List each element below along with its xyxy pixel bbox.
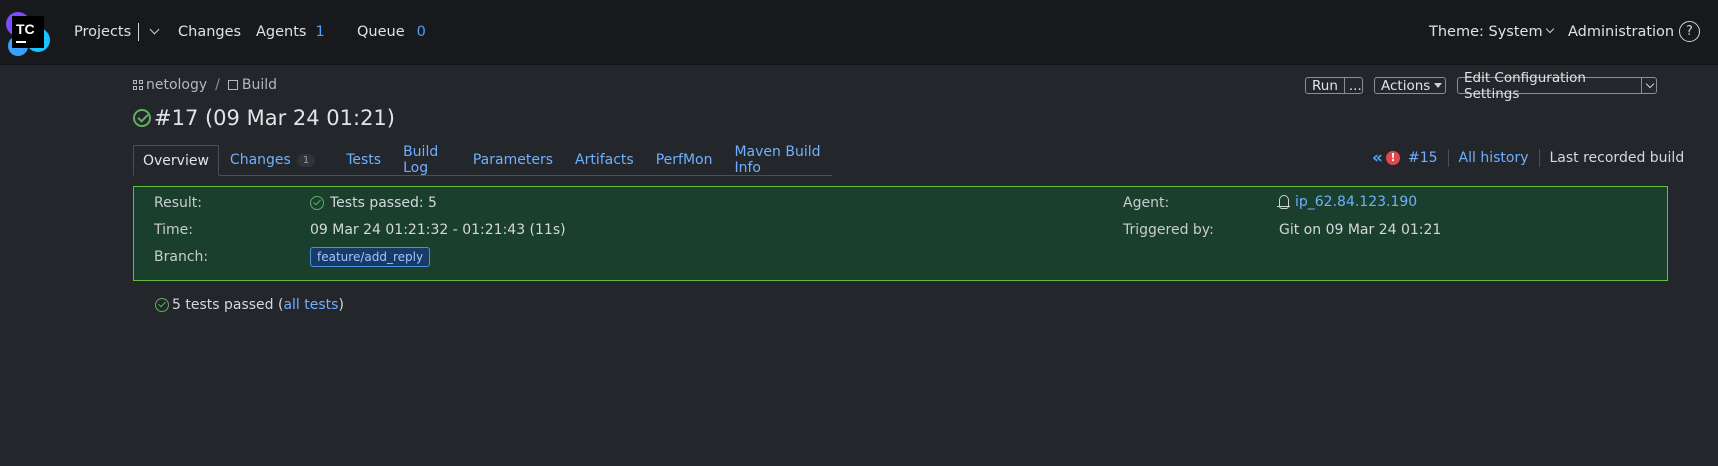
tab-parameters[interactable]: Parameters	[462, 145, 564, 175]
tab-label: Build Log	[403, 144, 439, 176]
changes-link[interactable]: Changes	[178, 0, 241, 64]
tests-summary-text: 5 tests passed (	[172, 297, 284, 313]
top-navigation-bar: TC Projects Changes Agents 1 Queue 0 The…	[0, 0, 1718, 65]
linux-icon	[1277, 195, 1290, 209]
build-details-panel: Result: Tests passed: 5 Time: 09 Mar 24 …	[133, 186, 1668, 281]
history-divider	[1447, 149, 1449, 167]
breadcrumb-project-link[interactable]: netology	[146, 77, 207, 93]
breadcrumb-separator: /	[215, 77, 220, 93]
chevron-down-icon[interactable]	[149, 24, 160, 34]
chevron-down-icon	[1645, 79, 1655, 88]
result-text: Tests passed: 5	[330, 195, 437, 211]
teamcity-logo[interactable]: TC	[4, 10, 52, 58]
queue-label: Queue	[357, 24, 405, 40]
build-configuration-icon	[227, 80, 238, 90]
agent-link[interactable]: ip_62.84.123.190	[1295, 194, 1417, 210]
triggered-by-label: Triggered by:	[1123, 222, 1214, 238]
agent-value: ip_62.84.123.190	[1277, 192, 1417, 212]
success-check-icon	[133, 109, 151, 127]
tab-overview[interactable]: Overview	[133, 145, 219, 176]
tab-changes[interactable]: Changes 1	[219, 145, 326, 175]
build-history-nav: « ! #15 All history Last recorded build	[1372, 148, 1684, 168]
chevron-down-icon	[1545, 24, 1554, 34]
project-icon	[133, 80, 143, 90]
run-button[interactable]: Run	[1306, 78, 1344, 94]
agents-link[interactable]: Agents 1	[256, 0, 325, 64]
all-history-link[interactable]: All history	[1459, 150, 1529, 166]
tab-label: Parameters	[472, 152, 553, 168]
tab-artifacts[interactable]: Artifacts	[564, 145, 645, 175]
tab-label: Maven Build Info	[734, 144, 821, 176]
tab-label: Changes	[229, 152, 291, 168]
breadcrumb-build-link[interactable]: Build	[242, 77, 277, 93]
logo-text: TC	[16, 21, 35, 37]
triggered-by-value: Git on 09 Mar 24 01:21	[1279, 222, 1442, 238]
time-label: Time:	[154, 222, 193, 238]
double-chevron-left-icon[interactable]: «	[1372, 148, 1383, 168]
last-recorded-build-label: Last recorded build	[1549, 150, 1685, 166]
branch-label: Branch:	[154, 249, 209, 265]
all-tests-link[interactable]: all tests	[283, 297, 338, 313]
theme-label: Theme: System	[1429, 24, 1543, 40]
queue-count: 0	[416, 24, 426, 40]
administration-label: Administration	[1568, 24, 1675, 40]
tab-label: Tests	[346, 152, 382, 168]
run-options-button[interactable]: ...	[1343, 78, 1366, 94]
actions-label: Actions	[1375, 77, 1448, 94]
administration-link[interactable]: Administration	[1568, 0, 1674, 64]
tests-summary-close: )	[338, 297, 344, 313]
success-check-icon	[310, 196, 324, 210]
result-value: Tests passed: 5	[310, 193, 437, 213]
actions-dropdown[interactable]: Actions	[1374, 77, 1446, 94]
tab-build-log[interactable]: Build Log	[392, 144, 462, 176]
projects-label: Projects	[74, 24, 132, 40]
theme-selector[interactable]: Theme: System	[1429, 0, 1554, 64]
changes-label: Changes	[178, 24, 242, 40]
queue-link[interactable]: Queue 0	[357, 0, 426, 64]
build-title-text: #17 (09 Mar 24 01:21)	[154, 106, 395, 130]
branch-value: feature/add_reply	[310, 246, 431, 268]
success-check-icon	[155, 298, 169, 312]
breadcrumb: netology / Build	[133, 77, 277, 93]
history-divider	[1538, 149, 1540, 167]
page-title: #17 (09 Mar 24 01:21)	[133, 106, 395, 130]
caret-down-icon	[1434, 83, 1443, 88]
tab-maven-build-info[interactable]: Maven Build Info	[723, 144, 832, 176]
projects-menu[interactable]: Projects	[74, 0, 160, 64]
tab-tests[interactable]: Tests	[326, 145, 392, 175]
failed-build-icon: !	[1385, 151, 1400, 165]
help-icon[interactable]: ?	[1679, 21, 1700, 42]
build-tabs: Overview Changes 1 Tests Build Log Parame…	[133, 144, 832, 176]
run-button-group: Run ...	[1305, 77, 1363, 94]
projects-divider	[138, 23, 140, 41]
tab-label: Artifacts	[575, 152, 634, 168]
tab-perfmon[interactable]: PerfMon	[645, 145, 724, 175]
result-label: Result:	[154, 195, 202, 211]
agents-count: 1	[315, 24, 325, 40]
branch-badge[interactable]: feature/add_reply	[310, 247, 431, 267]
tab-label: Overview	[143, 152, 209, 169]
agents-label: Agents	[256, 24, 307, 40]
actions-text: Actions	[1381, 77, 1431, 94]
previous-failed-build-link[interactable]: #15	[1408, 150, 1438, 166]
time-value: 09 Mar 24 01:21:32 - 01:21:43 (11s)	[310, 222, 566, 238]
agent-label: Agent:	[1123, 195, 1170, 211]
tests-summary: 5 tests passed ( all tests )	[155, 297, 344, 313]
edit-settings-dropdown[interactable]	[1641, 78, 1656, 93]
changes-count-badge: 1	[296, 153, 316, 167]
edit-settings-group: Edit Configuration Settings	[1457, 70, 1657, 102]
edit-configuration-settings-button[interactable]: Edit Configuration Settings	[1458, 70, 1641, 102]
tab-label: PerfMon	[655, 152, 713, 168]
